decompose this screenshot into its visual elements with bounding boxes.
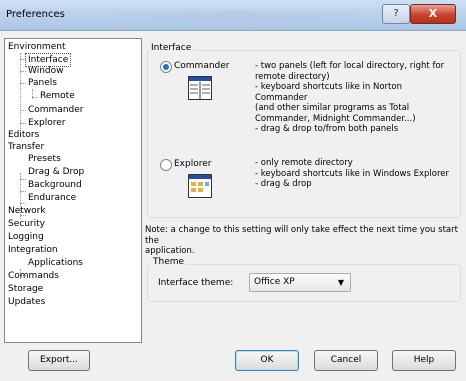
tree-item-network[interactable]: Network — [8, 205, 46, 217]
restart-note: Note: a change to this setting will only… — [145, 225, 458, 256]
explorer-description: - only remote directory - keyboard short… — [255, 158, 450, 189]
preferences-tree[interactable]: Environment Interface Window Panels Remo… — [4, 38, 142, 343]
commander-description: - two panels (left for local directory, … — [255, 61, 445, 134]
interface-theme-value: Office XP — [254, 277, 295, 287]
explorer-radio[interactable] — [160, 159, 172, 171]
tree-item-updates[interactable]: Updates — [8, 296, 45, 308]
tree-item-applications[interactable]: Applications — [28, 257, 83, 269]
tree-connector — [20, 179, 26, 180]
tree-item-window[interactable]: Window — [28, 65, 64, 77]
export-button[interactable]: Export... — [28, 350, 90, 371]
commander-radio[interactable] — [160, 61, 172, 73]
tree-connector — [20, 53, 21, 133]
theme-group-title: Theme — [151, 257, 187, 267]
tree-item-drag-drop[interactable]: Drag & Drop — [28, 166, 84, 178]
tree-item-logging[interactable]: Logging — [8, 231, 44, 243]
help-icon[interactable]: ? — [382, 4, 410, 24]
tree-item-presets[interactable]: Presets — [28, 153, 61, 165]
explorer-panel-icon — [188, 174, 212, 198]
titlebar-background — [90, 11, 380, 19]
interface-theme-label: Interface theme: — [158, 278, 234, 288]
tree-item-remote[interactable]: Remote — [40, 90, 75, 102]
tree-connector — [20, 83, 26, 84]
tree-connector — [32, 97, 38, 98]
cancel-button[interactable]: Cancel — [314, 350, 378, 371]
tree-item-transfer[interactable]: Transfer — [8, 141, 44, 153]
tree-connector — [20, 123, 26, 124]
ok-button[interactable]: OK — [235, 350, 299, 371]
tree-item-commander[interactable]: Commander — [28, 104, 84, 116]
tree-item-storage[interactable]: Storage — [8, 283, 43, 295]
title-bar[interactable]: Preferences ? X — [0, 0, 466, 31]
commander-panels-icon — [188, 76, 212, 100]
tree-item-background[interactable]: Background — [28, 179, 82, 191]
commander-radio-label[interactable]: Commander — [174, 61, 230, 71]
help-button[interactable]: Help — [392, 350, 456, 371]
tree-item-endurance[interactable]: Endurance — [28, 192, 76, 204]
tree-item-editors[interactable]: Editors — [8, 129, 39, 141]
interface-group-title: Interface — [149, 43, 194, 53]
interface-theme-select[interactable]: Office XP ▼ — [249, 273, 351, 292]
window-title: Preferences — [6, 9, 65, 20]
tree-item-security[interactable]: Security — [8, 218, 45, 230]
dropdown-arrow-icon: ▼ — [337, 278, 344, 287]
tree-connector — [20, 203, 26, 204]
tree-item-explorer[interactable]: Explorer — [28, 117, 65, 129]
tree-connector — [20, 191, 26, 192]
tree-item-commands[interactable]: Commands — [8, 270, 59, 282]
tree-connector — [20, 71, 26, 72]
tree-item-environment[interactable]: Environment — [8, 41, 65, 53]
tree-item-panels[interactable]: Panels — [28, 77, 57, 89]
close-icon[interactable]: X — [410, 4, 456, 24]
tree-connector — [20, 110, 26, 111]
tree-item-integration[interactable]: Integration — [8, 244, 58, 256]
explorer-radio-label[interactable]: Explorer — [174, 159, 211, 169]
